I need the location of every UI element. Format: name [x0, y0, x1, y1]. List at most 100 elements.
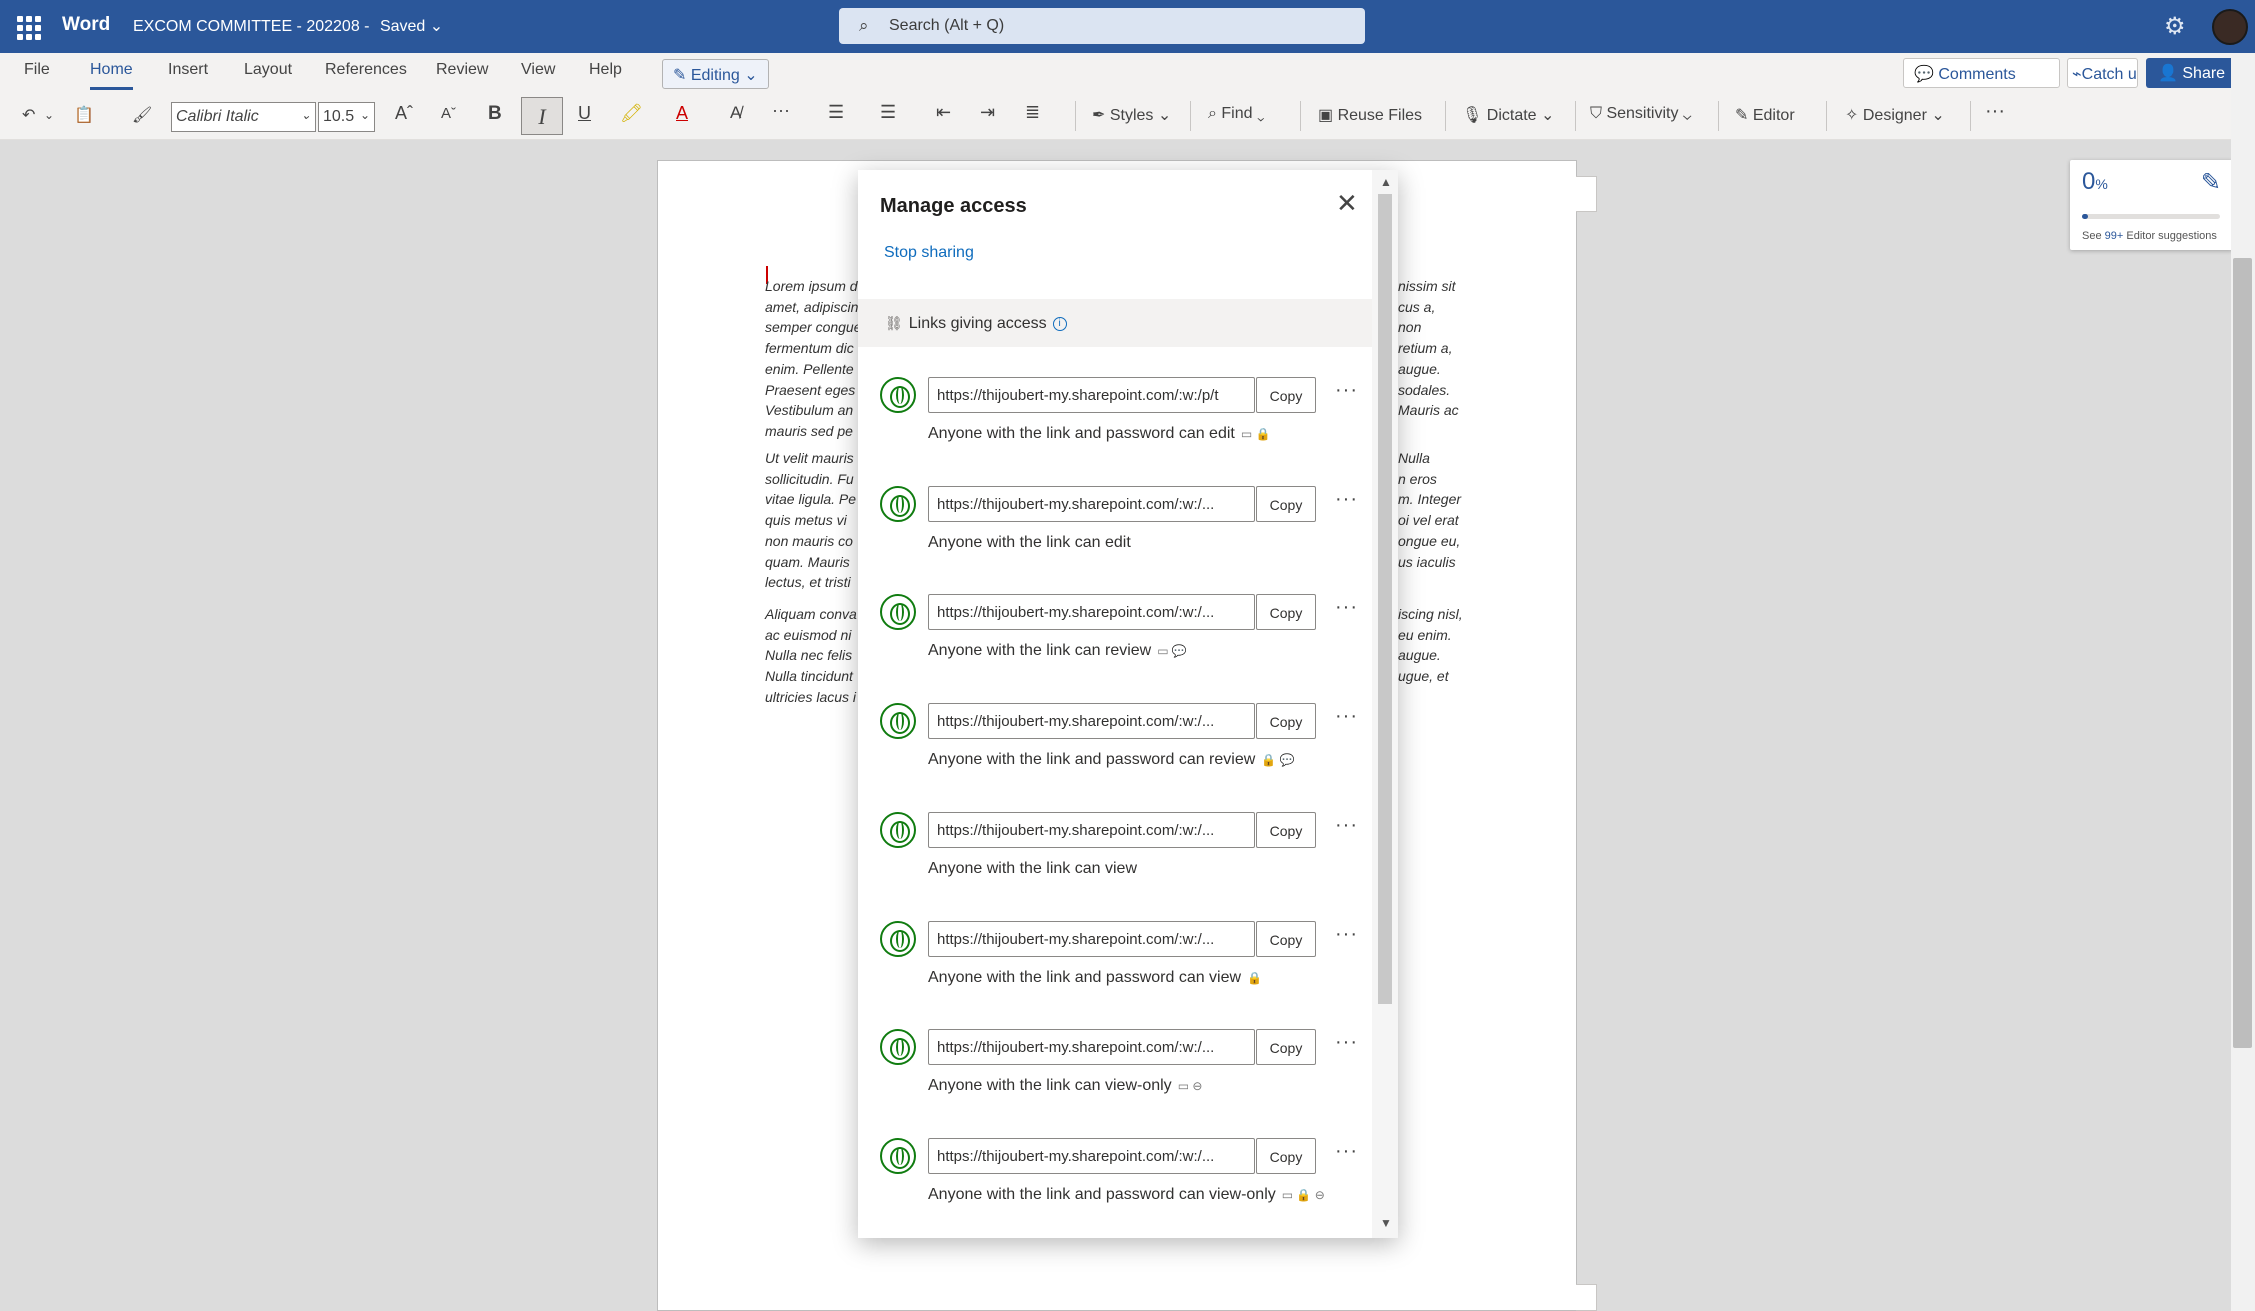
link-url-field[interactable]: https://thijoubert-my.sharepoint.com/:w:…	[928, 1029, 1255, 1066]
clipboard-icon[interactable]: 📋	[74, 105, 94, 125]
chevron-down-icon[interactable]: ⌄	[44, 108, 54, 122]
copy-button[interactable]: Copy	[1256, 920, 1316, 957]
more-options-icon[interactable]: ···	[1985, 100, 2005, 123]
more-options-icon[interactable]: ···	[1335, 923, 1358, 946]
document-line-left: lectus, et tristi	[765, 574, 851, 591]
styles-button[interactable]: ✒ Styles ⌄	[1092, 105, 1171, 125]
chevron-down-icon: ⌄	[1678, 105, 1692, 122]
link-url-field[interactable]: https://thijoubert-my.sharepoint.com/:w:…	[928, 703, 1255, 740]
more-options-icon[interactable]: ···	[1335, 488, 1358, 511]
document-line-left: quis metus vi	[765, 512, 847, 529]
tab-file[interactable]: File	[24, 61, 50, 79]
clear-formatting-icon[interactable]: A̸	[730, 103, 741, 123]
permission-text: Anyone with the link can edit	[928, 533, 1131, 551]
tab-home[interactable]: Home	[90, 61, 133, 90]
numbering-icon[interactable]: ☰	[880, 102, 896, 123]
dictate-button[interactable]: 🎙 Dictate ⌄	[1462, 105, 1554, 125]
font-color-icon[interactable]: A	[676, 103, 688, 124]
bold-icon[interactable]: B	[488, 103, 502, 125]
editor-button[interactable]: ✎ Editor	[1735, 105, 1795, 125]
reuse-files-button[interactable]: ▣ Reuse Files	[1318, 105, 1422, 125]
document-line-left: enim. Pellente	[765, 360, 854, 377]
increase-indent-icon[interactable]: ⇥	[980, 102, 995, 123]
link-url-field[interactable]: https://thijoubert-my.sharepoint.com/:w:…	[928, 811, 1255, 848]
sensitivity-label: Sensitivity	[1606, 105, 1679, 122]
avatar[interactable]	[2212, 9, 2248, 45]
scrollbar-thumb[interactable]	[2233, 258, 2252, 1048]
find-button[interactable]: ⌕ Find ⌄	[1208, 105, 1265, 123]
link-url-field[interactable]: https://thijoubert-my.sharepoint.com/:w:…	[928, 920, 1255, 957]
link-url-field[interactable]: https://thijoubert-my.sharepoint.com/:w:…	[928, 377, 1255, 413]
undo-icon[interactable]: ↶	[22, 105, 35, 125]
copy-button[interactable]: Copy	[1256, 1137, 1316, 1174]
link-url-field[interactable]: https://thijoubert-my.sharepoint.com/:w:…	[928, 594, 1255, 631]
designer-button[interactable]: ✧ Designer ⌄	[1845, 105, 1945, 125]
link-url-field[interactable]: https://thijoubert-my.sharepoint.com/:w:…	[928, 1137, 1255, 1174]
divider	[1826, 101, 1827, 131]
align-icon[interactable]: ≣	[1025, 102, 1040, 123]
link-permission: Anyone with the link and password can re…	[928, 751, 1295, 769]
format-painter-icon[interactable]: 🖌	[132, 105, 152, 125]
document-line-left: Vestibulum an	[765, 402, 854, 419]
divider	[1970, 101, 1971, 131]
copy-button[interactable]: Copy	[1256, 1029, 1316, 1066]
scrollbar-thumb[interactable]	[1378, 194, 1392, 1004]
copy-button[interactable]: Copy	[1256, 594, 1316, 631]
editing-mode-dropdown[interactable]: ✎ Editing ⌄	[662, 59, 769, 89]
copy-button[interactable]: Copy	[1256, 377, 1316, 413]
more-options-icon[interactable]: ···	[1335, 596, 1358, 619]
document-title[interactable]: EXCOM COMMITTEE - 202208 - Saved ⌄	[133, 16, 443, 36]
font-size-select[interactable]: 10.5 ⌄	[318, 102, 375, 132]
more-options-icon[interactable]: ···	[1335, 1140, 1358, 1163]
more-options-icon[interactable]: ···	[1335, 814, 1358, 837]
share-icon: 👤	[2158, 65, 2183, 82]
bullets-icon[interactable]: ☰	[828, 102, 844, 123]
grow-font-icon[interactable]: Aˆ	[395, 103, 413, 124]
underline-icon[interactable]: U	[578, 103, 591, 124]
divider	[1075, 101, 1076, 131]
shrink-font-icon[interactable]: Aˇ	[441, 105, 456, 122]
editor-score-pane[interactable]: 0% ✎ See 99+ Editor suggestions	[2070, 160, 2233, 250]
app-launcher-icon[interactable]	[14, 13, 41, 40]
highlight-icon[interactable]: 🖍	[620, 103, 643, 124]
copy-button[interactable]: Copy	[1256, 811, 1316, 848]
document-line-right: non	[1398, 319, 1422, 336]
font-name-value: Calibri Italic	[176, 108, 259, 125]
decrease-indent-icon[interactable]: ⇤	[936, 102, 951, 123]
scroll-down-icon[interactable]: ▼	[1380, 1216, 1392, 1230]
document-line-right: nissim sit	[1398, 278, 1456, 294]
tab-insert[interactable]: Insert	[168, 61, 208, 79]
app-name[interactable]: Word	[62, 14, 110, 36]
more-options-icon[interactable]: ···	[1335, 379, 1358, 402]
more-options-icon[interactable]: ···	[1335, 705, 1358, 728]
catch-up-button[interactable]: ⌁Catch up	[2067, 58, 2138, 88]
copy-button[interactable]: Copy	[1256, 485, 1316, 522]
search-input[interactable]: ⌕ Search (Alt + Q)	[839, 8, 1365, 44]
page-scrollbar[interactable]	[2231, 53, 2255, 1311]
link-url-field[interactable]: https://thijoubert-my.sharepoint.com/:w:…	[928, 485, 1255, 522]
editor-suggestions-link[interactable]: See 99+ Editor suggestions	[2082, 230, 2217, 242]
tab-review[interactable]: Review	[436, 61, 488, 79]
scroll-up-icon[interactable]: ▲	[1380, 175, 1392, 189]
copy-button[interactable]: Copy	[1256, 703, 1316, 740]
more-options-icon[interactable]: ···	[1335, 1031, 1358, 1054]
percent-sign: %	[2095, 176, 2108, 192]
sensitivity-button[interactable]: ⛉ Sensitivity ⌄	[1590, 105, 1692, 123]
tab-view[interactable]: View	[521, 61, 555, 79]
tab-references[interactable]: References	[325, 61, 407, 79]
document-line-right: us iaculis	[1398, 553, 1456, 570]
font-name-select[interactable]: Calibri Italic ⌄	[171, 102, 316, 132]
comments-button[interactable]: 💬 Comments	[1903, 58, 2060, 88]
tab-help[interactable]: Help	[589, 61, 622, 79]
more-options-icon[interactable]: ···	[772, 100, 790, 121]
stop-sharing-link[interactable]: Stop sharing	[884, 244, 974, 262]
dialog-scrollbar[interactable]: ▲ ▼	[1372, 170, 1398, 1238]
close-icon[interactable]: ✕	[1336, 190, 1358, 216]
gear-icon[interactable]: ⚙	[2164, 12, 2186, 41]
italic-icon[interactable]: I	[521, 97, 563, 135]
tab-layout[interactable]: Layout	[244, 61, 292, 79]
info-icon[interactable]: i	[1052, 317, 1067, 331]
chevron-down-icon: ⌄	[300, 108, 311, 122]
divider	[1300, 101, 1301, 131]
globe-icon	[880, 920, 916, 957]
